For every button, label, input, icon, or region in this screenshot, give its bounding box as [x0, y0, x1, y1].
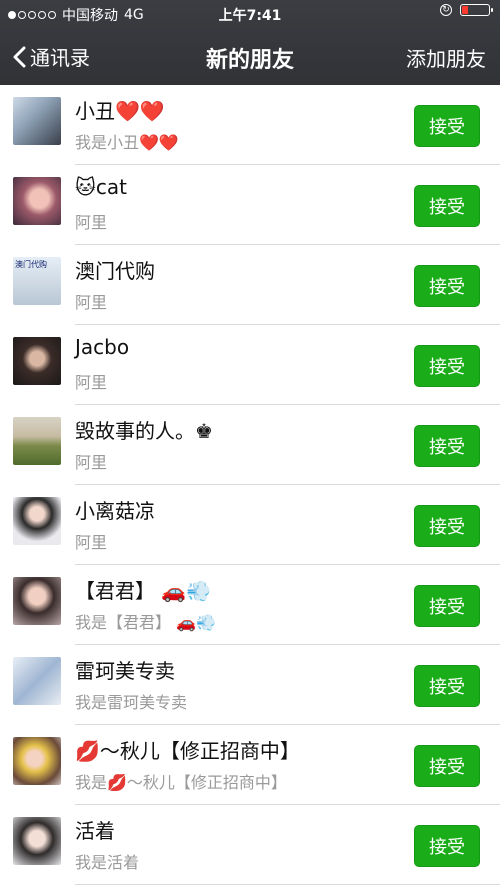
- navigation-bar: 通讯录 新的朋友 添加朋友: [0, 28, 500, 85]
- accept-button[interactable]: 接受: [414, 665, 480, 707]
- request-message: 我是雷珂美专卖: [75, 693, 188, 712]
- chevron-left-icon: [13, 46, 26, 67]
- request-message: 我是小丑❤️❤️: [75, 133, 179, 152]
- avatar[interactable]: [13, 817, 61, 865]
- accept-button[interactable]: 接受: [414, 825, 480, 867]
- accept-button[interactable]: 接受: [414, 745, 480, 787]
- accept-button[interactable]: 接受: [414, 585, 480, 627]
- back-button[interactable]: 通讯录: [12, 42, 90, 71]
- avatar[interactable]: [13, 657, 61, 705]
- status-bar: 中国移动 4G 上午7:41 ↻: [0, 0, 500, 28]
- friend-name: Jacbo: [75, 335, 130, 359]
- avatar[interactable]: [13, 337, 61, 385]
- request-message: 阿里: [75, 373, 108, 392]
- accept-button[interactable]: 接受: [414, 505, 480, 547]
- friend-request-row[interactable]: 💋～秋儿【修正招商中】 我是💋～秋儿【修正招商中】 接受: [0, 725, 500, 805]
- friend-name: 活着: [75, 819, 115, 843]
- accept-button[interactable]: 接受: [414, 265, 480, 307]
- rotation-lock-icon: ↻: [440, 4, 452, 16]
- accept-button[interactable]: 接受: [414, 105, 480, 147]
- friend-name: 毁故事的人。♚: [75, 419, 213, 443]
- friend-name: 小丑❤️❤️: [75, 99, 165, 123]
- friend-name: 💋～秋儿【修正招商中】: [75, 739, 300, 763]
- friend-request-row[interactable]: 澳门代购 澳门代购 阿里 接受: [0, 245, 500, 325]
- accept-button[interactable]: 接受: [414, 425, 480, 467]
- request-message: 我是活着: [75, 853, 140, 872]
- avatar[interactable]: [13, 177, 61, 225]
- avatar[interactable]: [13, 577, 61, 625]
- avatar[interactable]: [13, 97, 61, 145]
- friend-request-row[interactable]: 毁故事的人。♚ 阿里 接受: [0, 405, 500, 485]
- friend-request-list: 小丑❤️❤️ 我是小丑❤️❤️ 接受 🐱cat 阿里 接受 澳门代购 澳门代购 …: [0, 85, 500, 885]
- friend-request-row[interactable]: 小丑❤️❤️ 我是小丑❤️❤️ 接受: [0, 85, 500, 165]
- friend-request-row[interactable]: 🐱cat 阿里 接受: [0, 165, 500, 245]
- back-label: 通讯录: [30, 46, 90, 70]
- avatar[interactable]: [13, 417, 61, 465]
- friend-request-row[interactable]: 活着 我是活着 接受: [0, 805, 500, 885]
- top-bar: 中国移动 4G 上午7:41 ↻ 通讯录 新的朋友 添加朋友: [0, 0, 500, 85]
- request-message: 阿里: [75, 213, 108, 232]
- avatar-caption: 澳门代购: [15, 260, 47, 269]
- add-friend-button[interactable]: 添加朋友: [406, 43, 486, 72]
- friend-name: 澳门代购: [75, 259, 155, 283]
- accept-button[interactable]: 接受: [414, 185, 480, 227]
- avatar[interactable]: [13, 497, 61, 545]
- request-message: 阿里: [75, 293, 108, 312]
- clock: 上午7:41: [218, 8, 282, 24]
- accept-button[interactable]: 接受: [414, 345, 480, 387]
- request-message: 我是【君君】 🚗💨: [75, 613, 216, 632]
- friend-request-row[interactable]: 雷珂美专卖 我是雷珂美专卖 接受: [0, 645, 500, 725]
- request-message: 我是💋～秋儿【修正招商中】: [75, 773, 287, 792]
- avatar[interactable]: [13, 737, 61, 785]
- request-message: 阿里: [75, 453, 108, 472]
- friend-name: 🐱cat: [75, 175, 127, 199]
- friend-name: 【君君】 🚗💨: [75, 579, 212, 603]
- friend-request-row[interactable]: 小离菇凉 阿里 接受: [0, 485, 500, 565]
- friend-request-row[interactable]: 【君君】 🚗💨 我是【君君】 🚗💨 接受: [0, 565, 500, 645]
- avatar[interactable]: 澳门代购: [13, 257, 61, 305]
- friend-request-row[interactable]: Jacbo 阿里 接受: [0, 325, 500, 405]
- request-message: 阿里: [75, 533, 108, 552]
- battery-icon: [460, 4, 493, 16]
- friend-name: 雷珂美专卖: [75, 659, 175, 683]
- friend-name: 小离菇凉: [75, 499, 155, 523]
